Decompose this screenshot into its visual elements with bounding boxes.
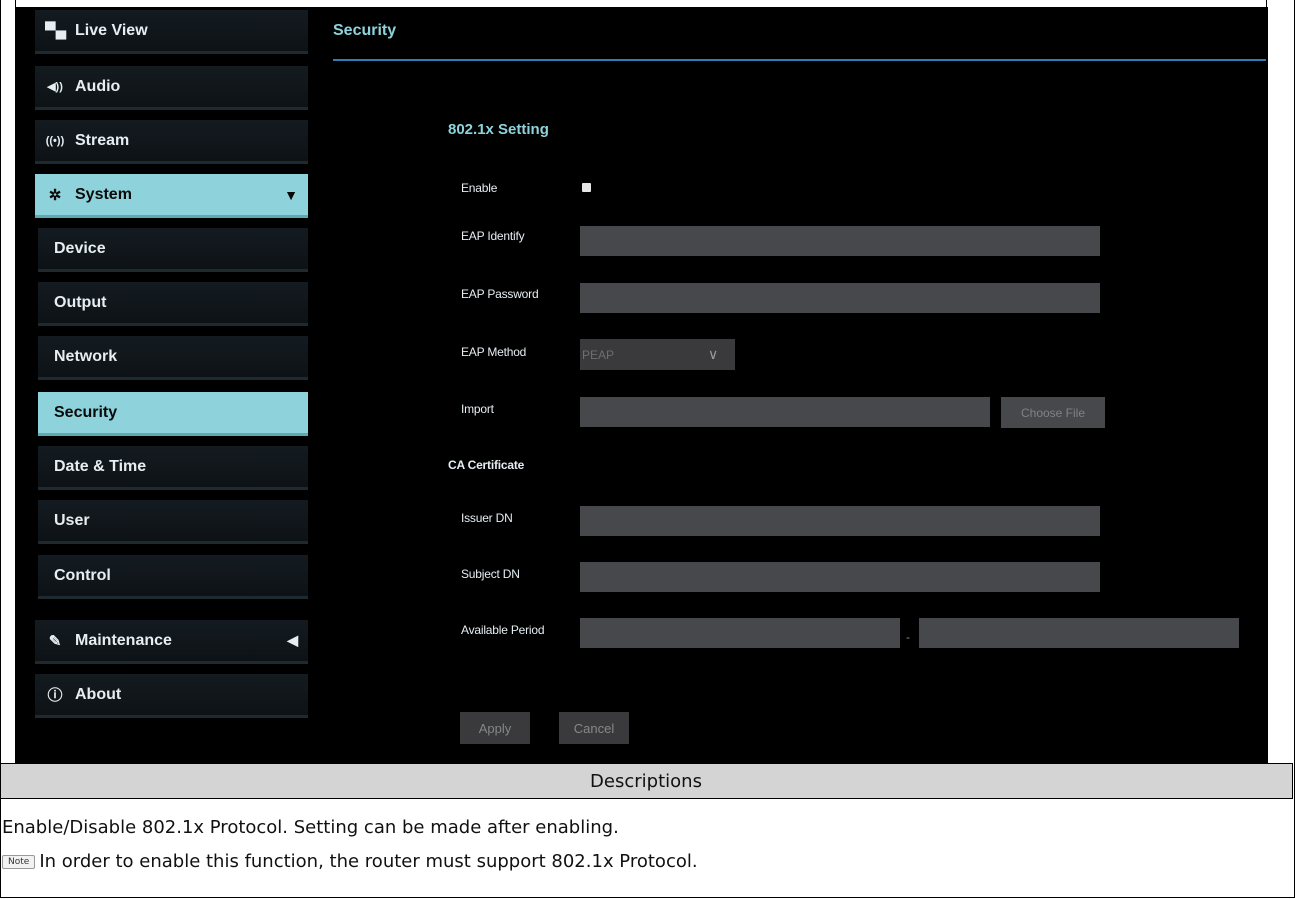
table-frame bbox=[0, 0, 1295, 898]
